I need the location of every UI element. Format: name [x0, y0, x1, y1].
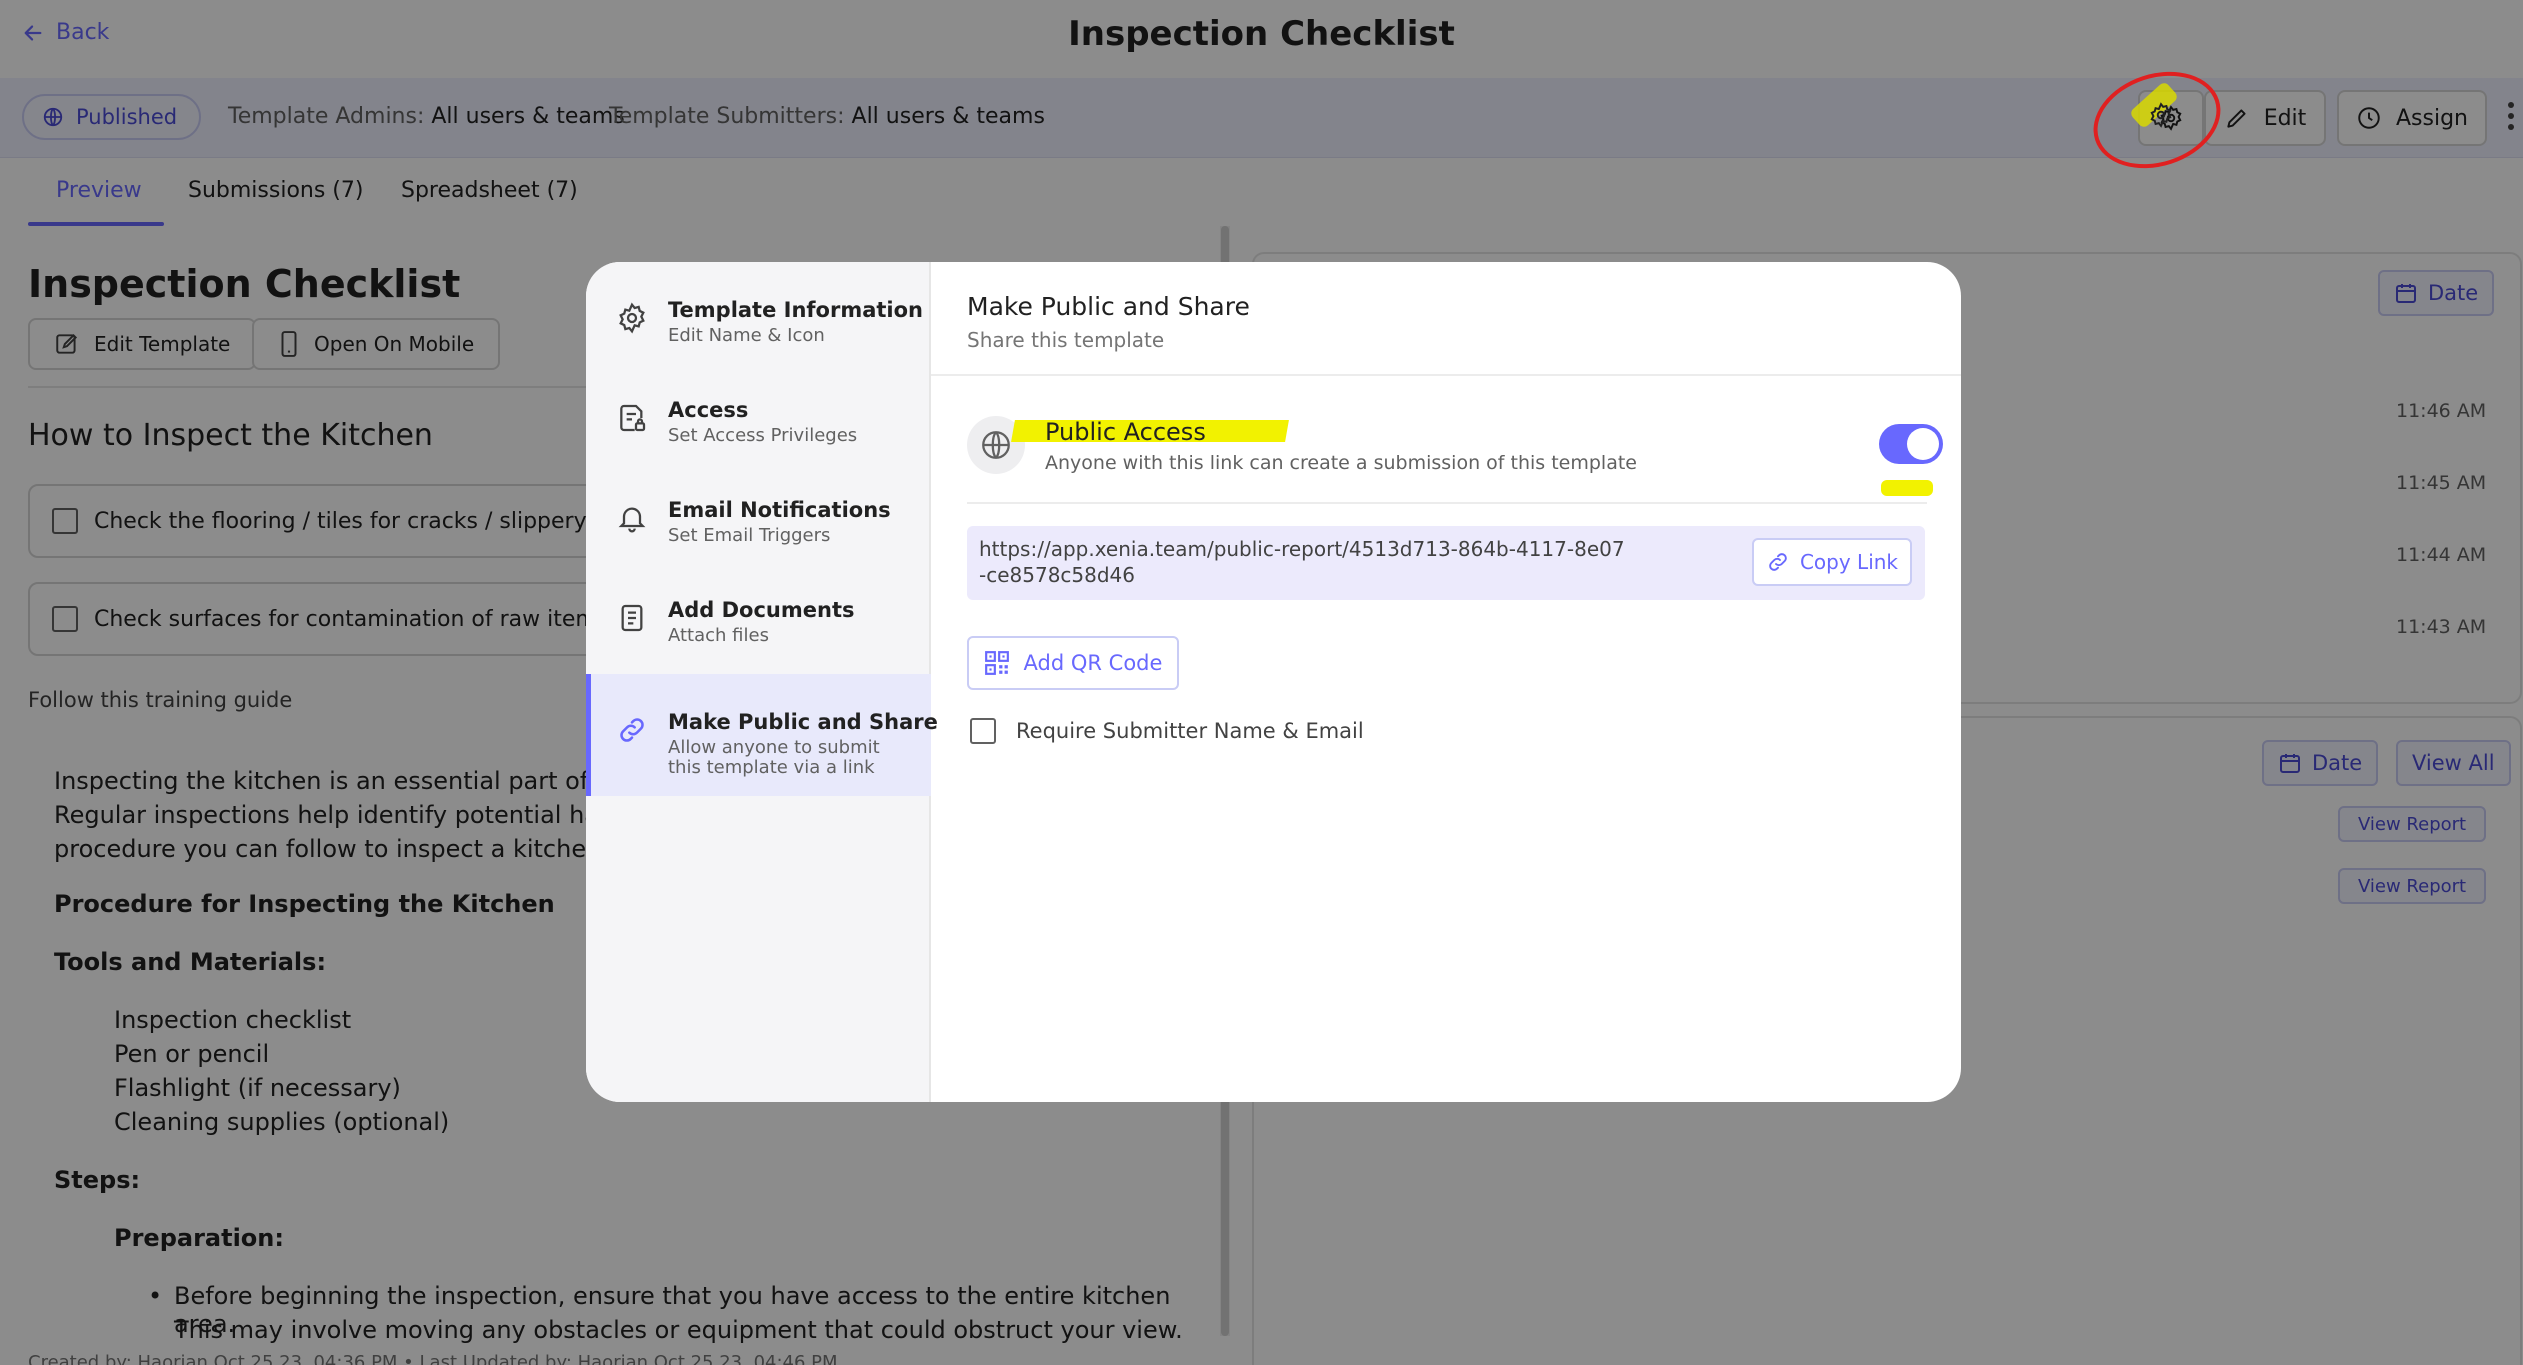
public-access-description: Anyone with this link can create a submi…: [1045, 452, 1637, 474]
settings-modal: Template Information Edit Name & Icon Ac…: [586, 262, 1961, 1102]
nav-title: Access: [668, 398, 749, 422]
add-qr-code-button[interactable]: Add QR Code: [967, 636, 1179, 690]
qr-code-icon: [984, 651, 1009, 675]
nav-title: Template Information: [668, 298, 924, 322]
modal-sidebar: Template Information Edit Name & Icon Ac…: [586, 262, 938, 1102]
require-submitter-option[interactable]: Require Submitter Name & Email: [970, 718, 1364, 744]
nav-title: Make Public and Share: [668, 710, 938, 734]
nav-subtitle: Set Access Privileges: [668, 425, 858, 446]
modal-header: Make Public and Share Share this templat…: [931, 262, 1961, 376]
nav-title: Add Documents: [668, 598, 855, 622]
nav-subtitle: Edit Name & Icon: [668, 325, 825, 346]
nav-subtitle: Set Email Triggers: [668, 525, 831, 546]
link-icon: [1769, 553, 1787, 571]
public-link-url: https://app.xenia.team/public-report/451…: [979, 537, 1625, 587]
nav-subtitle: Attach files: [668, 625, 769, 646]
public-access-row: Public Access Anyone with this link can …: [967, 412, 1943, 504]
copy-link-button[interactable]: Copy Link: [1752, 538, 1912, 586]
public-link-box: https://app.xenia.team/public-report/451…: [967, 526, 1925, 600]
modal-subtitle: Share this template: [967, 328, 1165, 352]
public-access-toggle[interactable]: [1879, 424, 1943, 464]
nav-title: Email Notifications: [668, 498, 891, 522]
add-qr-code-label: Add QR Code: [1023, 651, 1163, 675]
modal-title: Make Public and Share: [967, 292, 1250, 321]
copy-link-label: Copy Link: [1799, 550, 1899, 574]
highlight-mark: [1881, 480, 1933, 496]
require-submitter-checkbox[interactable]: [970, 718, 996, 744]
access-doc-icon: [620, 404, 646, 432]
gear-icon: [619, 302, 645, 334]
bell-icon: [618, 507, 646, 533]
link-icon: [620, 718, 644, 742]
modal-nav-template-information[interactable]: Template Information Edit Name & Icon: [586, 262, 931, 362]
modal-nav-access[interactable]: Access Set Access Privileges: [586, 362, 931, 462]
public-access-title: Public Access: [1045, 418, 1206, 446]
require-submitter-label: Require Submitter Name & Email: [1016, 719, 1364, 743]
nav-subtitle: Allow anyone to submit this template via…: [668, 737, 880, 778]
modal-nav-email-notifications[interactable]: Email Notifications Set Email Triggers: [586, 462, 931, 562]
modal-nav-make-public[interactable]: Make Public and Share Allow anyone to su…: [586, 674, 938, 796]
documents-icon: [621, 604, 643, 632]
modal-nav-add-documents[interactable]: Add Documents Attach files: [586, 562, 931, 662]
